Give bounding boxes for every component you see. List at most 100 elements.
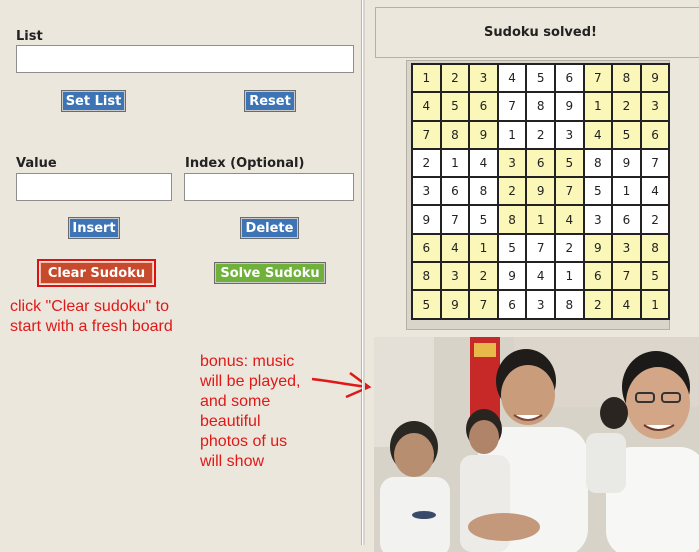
sudoku-cell[interactable]: 8 xyxy=(497,205,527,234)
sudoku-cell[interactable]: 9 xyxy=(440,290,470,319)
sudoku-cell[interactable]: 9 xyxy=(612,148,641,178)
sudoku-cell[interactable]: 3 xyxy=(554,120,584,149)
sudoku-cell[interactable]: 8 xyxy=(469,177,498,206)
sudoku-cell[interactable]: 2 xyxy=(612,92,641,121)
sudoku-cell[interactable]: 9 xyxy=(497,262,527,291)
sudoku-cell[interactable]: 8 xyxy=(612,64,641,93)
sudoku-cell[interactable]: 2 xyxy=(469,262,498,291)
sudoku-cell[interactable]: 3 xyxy=(612,233,641,263)
sudoku-cell[interactable]: 1 xyxy=(554,262,584,291)
sudoku-cell[interactable]: 1 xyxy=(526,205,555,234)
sudoku-cell[interactable]: 2 xyxy=(526,120,555,149)
sudoku-cell[interactable]: 1 xyxy=(583,92,613,121)
sudoku-cell[interactable]: 6 xyxy=(440,177,470,206)
value-label: Value xyxy=(16,156,57,171)
sudoku-cell[interactable]: 4 xyxy=(412,92,441,121)
sudoku-cell[interactable]: 3 xyxy=(497,148,527,178)
sudoku-cell[interactable]: 5 xyxy=(640,262,670,291)
sudoku-cell[interactable]: 3 xyxy=(526,290,555,319)
sudoku-cell[interactable]: 5 xyxy=(497,233,527,263)
sudoku-cell[interactable]: 7 xyxy=(612,262,641,291)
sudoku-cell[interactable]: 4 xyxy=(612,290,641,319)
sudoku-cell[interactable]: 6 xyxy=(469,92,498,121)
sudoku-cell[interactable]: 1 xyxy=(612,177,641,206)
sudoku-cell[interactable]: 4 xyxy=(469,148,498,178)
index-input[interactable] xyxy=(184,173,354,201)
sudoku-cell[interactable]: 1 xyxy=(497,120,527,149)
sudoku-cell[interactable]: 2 xyxy=(640,205,670,234)
sudoku-cell[interactable]: 7 xyxy=(440,205,470,234)
sudoku-cell[interactable]: 6 xyxy=(640,120,670,149)
sudoku-cell[interactable]: 9 xyxy=(412,205,441,234)
clear-annotation: click "Clear sudoku" to start with a fre… xyxy=(10,298,173,335)
group-photo xyxy=(374,337,699,552)
sudoku-cell[interactable]: 2 xyxy=(440,64,470,93)
sudoku-cell[interactable]: 6 xyxy=(497,290,527,319)
sudoku-cell[interactable]: 2 xyxy=(497,177,527,206)
sudoku-cell[interactable]: 2 xyxy=(583,290,613,319)
clear-sudoku-button[interactable]: Clear Sudoku xyxy=(40,262,153,284)
sudoku-cell[interactable]: 9 xyxy=(640,64,670,93)
sudoku-cell[interactable]: 7 xyxy=(526,233,555,263)
delete-button[interactable]: Delete xyxy=(240,217,299,239)
sudoku-cell[interactable]: 4 xyxy=(526,262,555,291)
sudoku-cell[interactable]: 7 xyxy=(412,120,441,149)
sudoku-cell[interactable]: 2 xyxy=(412,148,441,178)
sudoku-cell[interactable]: 9 xyxy=(554,92,584,121)
status-message: Sudoku solved! xyxy=(375,7,699,58)
sudoku-cell[interactable]: 1 xyxy=(412,64,441,93)
sudoku-cell[interactable]: 4 xyxy=(640,177,670,206)
sudoku-cell[interactable]: 3 xyxy=(440,262,470,291)
sudoku-cell[interactable]: 3 xyxy=(583,205,613,234)
list-input[interactable] xyxy=(16,45,354,73)
sudoku-board: 1234567894567891237891234562143658973682… xyxy=(411,63,671,320)
sudoku-cell[interactable]: 4 xyxy=(554,205,584,234)
sudoku-cell[interactable]: 6 xyxy=(554,64,584,93)
sudoku-cell[interactable]: 9 xyxy=(526,177,555,206)
sudoku-cell[interactable]: 8 xyxy=(412,262,441,291)
sudoku-cell[interactable]: 5 xyxy=(412,290,441,319)
control-panel: List Set List Reset Value Index (Optiona… xyxy=(0,0,362,545)
sudoku-cell[interactable]: 3 xyxy=(640,92,670,121)
sudoku-cell[interactable]: 8 xyxy=(440,120,470,149)
sudoku-cell[interactable]: 7 xyxy=(583,64,613,93)
sudoku-cell[interactable]: 4 xyxy=(497,64,527,93)
sudoku-cell[interactable]: 6 xyxy=(612,205,641,234)
sudoku-cell[interactable]: 5 xyxy=(440,92,470,121)
sudoku-cell[interactable]: 8 xyxy=(554,290,584,319)
sudoku-cell[interactable]: 1 xyxy=(440,148,470,178)
sudoku-cell[interactable]: 5 xyxy=(526,64,555,93)
sudoku-cell[interactable]: 7 xyxy=(469,290,498,319)
sudoku-cell[interactable]: 7 xyxy=(497,92,527,121)
sudoku-cell[interactable]: 5 xyxy=(612,120,641,149)
sudoku-cell[interactable]: 3 xyxy=(469,64,498,93)
value-input[interactable] xyxy=(16,173,172,201)
sudoku-cell[interactable]: 2 xyxy=(554,233,584,263)
sudoku-cell[interactable]: 7 xyxy=(554,177,584,206)
pane-divider[interactable] xyxy=(362,0,365,545)
sudoku-cell[interactable]: 3 xyxy=(412,177,441,206)
index-label: Index (Optional) xyxy=(185,156,305,171)
set-list-button[interactable]: Set List xyxy=(61,90,126,112)
sudoku-cell[interactable]: 5 xyxy=(469,205,498,234)
sudoku-cell[interactable]: 9 xyxy=(583,233,613,263)
sudoku-cell[interactable]: 9 xyxy=(469,120,498,149)
list-label: List xyxy=(16,29,43,44)
sudoku-cell[interactable]: 8 xyxy=(526,92,555,121)
sudoku-cell[interactable]: 6 xyxy=(583,262,613,291)
sudoku-cell[interactable]: 1 xyxy=(469,233,498,263)
sudoku-cell[interactable]: 4 xyxy=(440,233,470,263)
sudoku-cell[interactable]: 1 xyxy=(640,290,670,319)
sudoku-cell[interactable]: 8 xyxy=(583,148,613,178)
bonus-annotation: bonus: music will be played, and some be… xyxy=(200,353,301,470)
sudoku-cell[interactable]: 8 xyxy=(640,233,670,263)
sudoku-cell[interactable]: 7 xyxy=(640,148,670,178)
sudoku-cell[interactable]: 6 xyxy=(526,148,555,178)
insert-button[interactable]: Insert xyxy=(68,217,120,239)
sudoku-cell[interactable]: 5 xyxy=(554,148,584,178)
reset-button[interactable]: Reset xyxy=(244,90,296,112)
solve-sudoku-button[interactable]: Solve Sudoku xyxy=(214,262,326,284)
sudoku-cell[interactable]: 6 xyxy=(412,233,441,263)
sudoku-cell[interactable]: 5 xyxy=(583,177,613,206)
sudoku-cell[interactable]: 4 xyxy=(583,120,613,149)
